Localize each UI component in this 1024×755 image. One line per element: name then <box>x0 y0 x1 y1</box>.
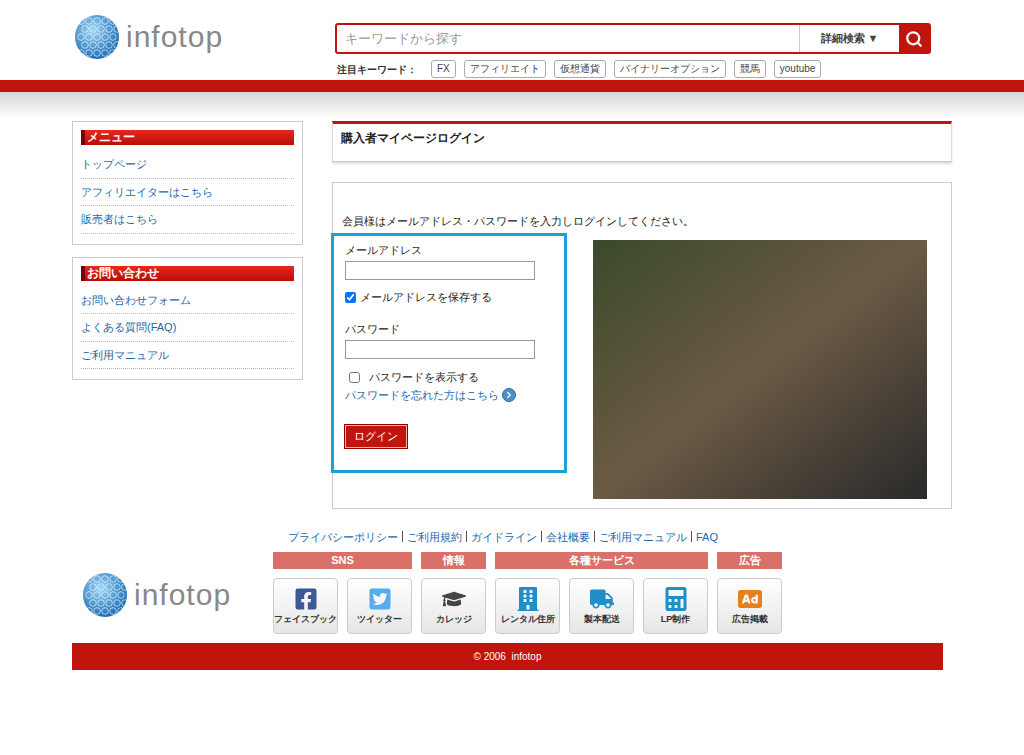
service-button[interactable]: レンタル住所 <box>495 578 560 634</box>
logo-text: infotop <box>134 580 231 610</box>
remember-checkbox[interactable]: メールアドレスを保存する <box>345 289 553 306</box>
service-group-title: 各種サービス <box>495 552 708 569</box>
password-input[interactable] <box>345 340 535 359</box>
header-shade <box>0 92 1024 118</box>
keyword-tag[interactable]: youtube <box>774 60 822 78</box>
service-group: 広告広告掲載 <box>717 552 782 634</box>
footer-link[interactable]: 会社概要 <box>546 529 590 546</box>
service-button[interactable]: LP制作 <box>643 578 708 634</box>
header-logo[interactable]: infotop <box>74 14 335 60</box>
sidebar-item[interactable]: お問い合わせフォーム <box>81 287 294 315</box>
main: 購入者マイページログイン会員様はメールアドレス・パスワードを入力しログインしてく… <box>332 121 952 509</box>
copyright-bar: © 2006 infotop <box>72 643 943 670</box>
service-icon <box>442 587 466 611</box>
link-separator <box>541 531 542 542</box>
keyword-tag[interactable]: 仮想通貨 <box>554 60 606 78</box>
keyword-tag[interactable]: 競馬 <box>734 60 766 78</box>
login-instruction: 会員様はメールアドレス・パスワードを入力しログインしてください。 <box>342 213 942 230</box>
search-input[interactable]: キーワードから探す <box>337 25 799 52</box>
footer-logo[interactable]: infotop <box>82 572 273 618</box>
service-group: 情報カレッジ <box>421 552 486 634</box>
service-icon <box>590 587 614 611</box>
service-icon <box>368 587 392 611</box>
password-label: パスワード <box>345 321 553 338</box>
keywords: 注目キーワード： FX アフィリエイト仮想通貨バイナリーオプション競馬 youtube <box>335 60 931 78</box>
page: infotop キーワードから探す詳細検索 ▼ 注目キーワード： FX アフィリエイト仮… <box>0 0 1024 755</box>
page-title: 購入者マイページログイン <box>341 129 943 147</box>
footer-link[interactable]: ガイドライン <box>471 529 537 546</box>
footer: プライバシーポリシーご利用規約ガイドライン会社概要ご利用マニュアル FAQ info… <box>72 529 952 671</box>
footer-link[interactable]: ご利用マニュアル <box>599 529 687 546</box>
login-panel: 会員様はメールアドレス・パスワードを入力しログインしてください。メールアドレスメ… <box>332 182 952 509</box>
search-button[interactable] <box>899 25 929 52</box>
service-group-title: SNS <box>273 552 412 569</box>
sidebar-item[interactable]: 販売者はこちら <box>81 206 294 234</box>
service-icon <box>664 587 688 611</box>
search-bar: キーワードから探す詳細検索 ▼ <box>335 23 931 54</box>
link-separator <box>691 531 692 542</box>
service-group: 各種サービスレンタル住所製本配送LP制作 <box>495 552 708 634</box>
header-red-bar <box>0 80 1024 92</box>
arrow-icon <box>502 388 516 402</box>
globe-icon <box>74 14 120 60</box>
link-separator <box>402 531 403 542</box>
service-group: SNS フェイスブックツイッター <box>273 552 412 634</box>
service-button[interactable]: カレッジ <box>421 578 486 634</box>
sidebar-heading: お問い合わせ <box>81 266 294 281</box>
logo-text: infotop <box>126 22 223 52</box>
email-label: メールアドレス <box>345 242 553 259</box>
search-icon <box>905 30 923 48</box>
forgot-password-link[interactable]: パスワードを忘れた方はこちら <box>345 387 553 404</box>
footer-link[interactable]: プライバシーポリシー <box>288 529 398 546</box>
footer-link[interactable]: FAQ <box>696 529 718 546</box>
service-button[interactable]: 広告掲載 <box>717 578 782 634</box>
service-group-title: 情報 <box>421 552 486 569</box>
sidebar: メニュートップページアフィリエイターはこちら販売者はこちらお問い合わせお問い合わ… <box>72 121 303 509</box>
header: infotop キーワードから探す詳細検索 ▼ 注目キーワード： FX アフィリエイト仮… <box>72 0 952 80</box>
footer-links: プライバシーポリシーご利用規約ガイドライン会社概要ご利用マニュアル FAQ <box>72 529 952 546</box>
email-input[interactable] <box>345 261 535 280</box>
login-button[interactable]: ログイン <box>345 425 407 448</box>
sidebar-item[interactable]: トップページ <box>81 151 294 179</box>
service-button[interactable]: 製本配送 <box>569 578 634 634</box>
link-separator <box>466 531 467 542</box>
sidebar-item[interactable]: ご利用マニュアル <box>81 342 294 370</box>
globe-icon <box>82 572 128 618</box>
advanced-search[interactable]: 詳細検索 ▼ <box>799 25 899 52</box>
service-button[interactable]: フェイスブック <box>273 578 338 634</box>
service-icon <box>294 587 318 611</box>
keyword-tag[interactable]: アフィリエイト <box>464 60 546 78</box>
footer-services: infotop SNS フェイスブックツイッター情報カレッジ各種サービスレンタル住所… <box>72 552 952 634</box>
link-separator <box>594 531 595 542</box>
page-title-box: 購入者マイページログイン <box>332 121 952 162</box>
keyword-tag[interactable]: バイナリーオプション <box>614 60 726 78</box>
login-form: メールアドレスメールアドレスを保存するパスワードパスワードを表示するパスワードを… <box>331 233 567 473</box>
sidebar-box: メニュートップページアフィリエイターはこちら販売者はこちら <box>72 121 303 245</box>
sidebar-item[interactable]: アフィリエイターはこちら <box>81 179 294 207</box>
service-button[interactable]: ツイッター <box>347 578 412 634</box>
content: メニュートップページアフィリエイターはこちら販売者はこちらお問い合わせお問い合わ… <box>72 118 952 509</box>
sidebar-box: お問い合わせお問い合わせフォームよくある質問(FAQ)ご利用マニュアル <box>72 257 303 381</box>
service-group-title: 広告 <box>717 552 782 569</box>
show-password-checkbox[interactable]: パスワードを表示する <box>345 369 553 386</box>
keywords-label: 注目キーワード： <box>335 62 417 77</box>
sidebar-item[interactable]: よくある質問(FAQ) <box>81 314 294 342</box>
sidebar-heading: メニュー <box>81 130 294 145</box>
ad-banner[interactable] <box>593 240 927 499</box>
service-icon <box>738 587 762 611</box>
service-icon <box>516 587 540 611</box>
footer-link[interactable]: ご利用規約 <box>407 529 462 546</box>
keyword-tag[interactable]: FX <box>431 60 456 78</box>
